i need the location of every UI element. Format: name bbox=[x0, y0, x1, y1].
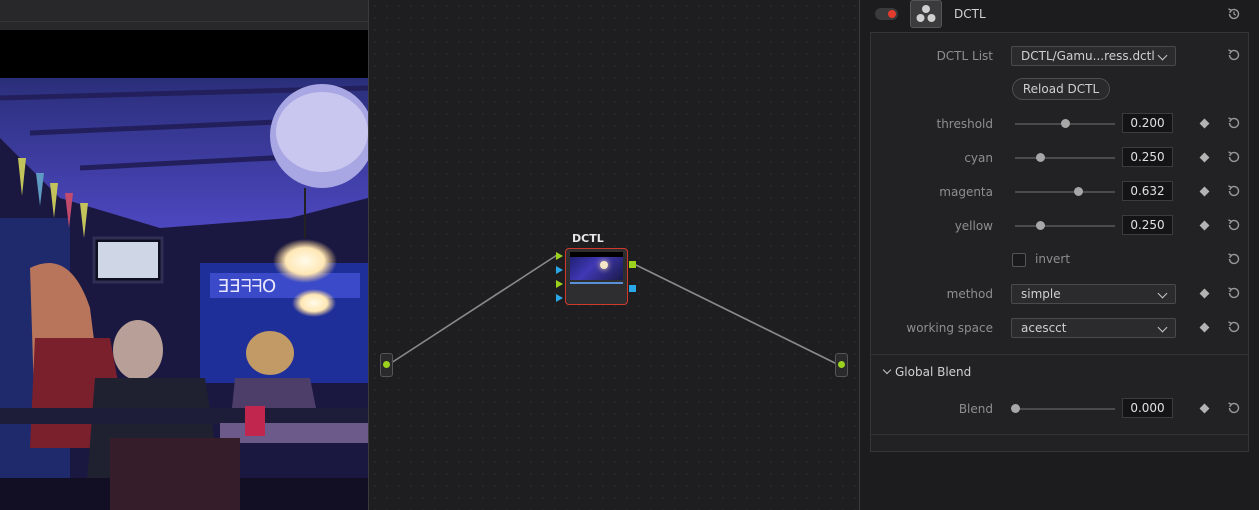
dctl-list-dropdown[interactable]: DCTL/Gamu...ress.dctl bbox=[1011, 46, 1176, 66]
svg-text:ƎƎᖷᖷO: ƎƎᖷᖷO bbox=[218, 276, 276, 297]
method-dropdown[interactable]: simple bbox=[1011, 284, 1176, 304]
reset-yellow-icon[interactable] bbox=[1226, 217, 1242, 233]
magenta-value-field[interactable]: 0.632 bbox=[1122, 181, 1173, 201]
graph-input-pin[interactable] bbox=[380, 353, 393, 377]
node-output-rgb[interactable] bbox=[629, 261, 636, 268]
chevron-down-icon[interactable] bbox=[882, 365, 892, 375]
node-input-rgb-arrow[interactable] bbox=[556, 252, 563, 260]
reset-magenta-icon[interactable] bbox=[1226, 183, 1242, 199]
dctl-list-value: DCTL/Gamu...ress.dctl bbox=[1021, 49, 1155, 63]
reset-working-space-icon[interactable] bbox=[1226, 319, 1242, 335]
resolve-fx-button[interactable] bbox=[910, 0, 942, 28]
working-space-value: acescct bbox=[1021, 321, 1067, 335]
method-label: method bbox=[946, 287, 993, 301]
working-space-dropdown[interactable]: acescct bbox=[1011, 318, 1176, 338]
chevron-down-icon bbox=[1157, 50, 1168, 61]
node-input-key-arrow[interactable] bbox=[556, 266, 563, 274]
keyframe-diamond-icon[interactable] bbox=[1199, 288, 1210, 299]
slider-knob[interactable] bbox=[1036, 153, 1045, 162]
reset-invert-icon[interactable] bbox=[1226, 251, 1242, 267]
chevron-down-icon bbox=[1157, 288, 1168, 299]
reload-dctl-button[interactable]: Reload DCTL bbox=[1012, 78, 1110, 100]
reset-method-icon[interactable] bbox=[1226, 285, 1242, 301]
section-divider bbox=[871, 354, 1248, 355]
viewer-image: ƎƎᖷᖷO bbox=[0, 78, 368, 510]
threshold-value-field[interactable]: 0.200 bbox=[1122, 113, 1173, 133]
slider-knob[interactable] bbox=[1061, 119, 1070, 128]
node-progress-bar bbox=[570, 282, 623, 284]
viewer-letterbox-bar bbox=[0, 30, 368, 78]
threshold-label: threshold bbox=[936, 117, 993, 131]
blend-slider[interactable] bbox=[1011, 404, 1115, 413]
keyframe-diamond-icon[interactable] bbox=[1199, 322, 1210, 333]
viewer-top-strip bbox=[0, 0, 368, 22]
dctl-settings-panel: DCTL List DCTL/Gamu...ress.dctl Reload D… bbox=[870, 32, 1249, 452]
node-thumbnail bbox=[570, 252, 623, 280]
viewer-panel[interactable]: ƎƎᖷᖷO bbox=[0, 0, 368, 510]
effect-title: DCTL bbox=[954, 7, 986, 21]
inspector-header: DCTL bbox=[860, 0, 1259, 30]
green-dot-icon bbox=[838, 361, 845, 368]
reset-cyan-icon[interactable] bbox=[1226, 149, 1242, 165]
global-blend-header[interactable]: Global Blend bbox=[895, 365, 971, 379]
working-space-label: working space bbox=[906, 321, 993, 335]
cyan-slider[interactable] bbox=[1015, 153, 1115, 162]
slider-knob[interactable] bbox=[1036, 221, 1045, 230]
yellow-slider[interactable] bbox=[1015, 221, 1115, 230]
invert-checkbox[interactable] bbox=[1012, 253, 1026, 267]
reset-all-icon[interactable] bbox=[1226, 6, 1242, 22]
cyan-value-field[interactable]: 0.250 bbox=[1122, 147, 1173, 167]
node-graph[interactable]: DCTL bbox=[369, 0, 859, 510]
reset-dctl-list-icon[interactable] bbox=[1226, 47, 1242, 63]
reset-blend-icon[interactable] bbox=[1226, 400, 1242, 416]
cyan-label: cyan bbox=[964, 151, 993, 165]
yellow-value-field[interactable]: 0.250 bbox=[1122, 215, 1173, 235]
toggle-dot-icon bbox=[888, 10, 896, 18]
graph-output-pin[interactable] bbox=[835, 353, 848, 377]
blend-value-field[interactable]: 0.000 bbox=[1122, 398, 1173, 418]
node-input-key2-arrow[interactable] bbox=[556, 294, 563, 302]
threshold-slider[interactable] bbox=[1015, 119, 1115, 128]
yellow-label: yellow bbox=[954, 219, 993, 233]
section-divider bbox=[871, 434, 1248, 435]
method-value: simple bbox=[1021, 287, 1061, 301]
keyframe-diamond-icon[interactable] bbox=[1199, 152, 1210, 163]
magenta-label: magenta bbox=[939, 185, 993, 199]
dctl-list-label: DCTL List bbox=[936, 49, 993, 63]
inspector-panel: DCTL DCTL List DCTL/Gamu...ress.dctl Rel… bbox=[860, 0, 1259, 510]
magenta-slider[interactable] bbox=[1015, 187, 1115, 196]
node-input-rgb2-arrow[interactable] bbox=[556, 280, 563, 288]
slider-knob[interactable] bbox=[1011, 404, 1020, 413]
node-output-key[interactable] bbox=[629, 285, 636, 292]
dctl-node[interactable] bbox=[565, 248, 628, 305]
keyframe-diamond-icon[interactable] bbox=[1199, 220, 1210, 231]
keyframe-diamond-icon[interactable] bbox=[1199, 118, 1210, 129]
blend-label: Blend bbox=[958, 402, 993, 416]
keyframe-diamond-icon[interactable] bbox=[1199, 186, 1210, 197]
keyframe-diamond-icon[interactable] bbox=[1199, 403, 1210, 414]
reset-threshold-icon[interactable] bbox=[1226, 115, 1242, 131]
resolve-logo-icon bbox=[916, 5, 936, 22]
invert-label: invert bbox=[1035, 252, 1071, 266]
enable-toggle[interactable] bbox=[875, 8, 898, 20]
green-dot-icon bbox=[383, 361, 390, 368]
node-label: DCTL bbox=[572, 232, 604, 245]
slider-knob[interactable] bbox=[1074, 187, 1084, 196]
chevron-down-icon bbox=[1157, 322, 1168, 333]
